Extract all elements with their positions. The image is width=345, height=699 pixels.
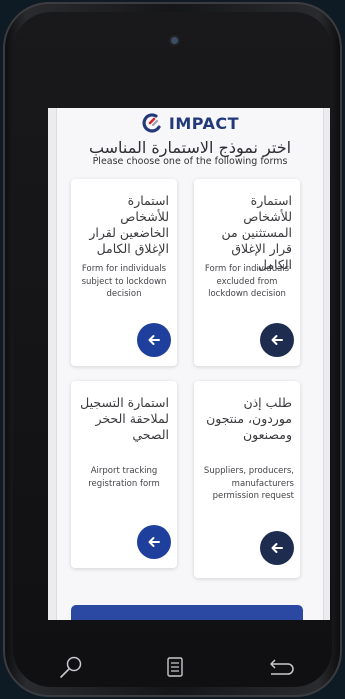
form-card-subject[interactable]: استمارة للأشخاص الخاضعين لقرار الإغلاق ا… bbox=[71, 179, 177, 366]
back-icon[interactable] bbox=[266, 654, 296, 680]
card-title-arabic: استمارة للأشخاص الخاضعين لقرار الإغلاق ا… bbox=[89, 193, 169, 256]
impact-logo: IMPACT bbox=[57, 112, 323, 134]
phone-softkeys bbox=[0, 640, 345, 690]
form-card-excluded[interactable]: استمارة للأشخاص المستثنين من قرار الإغلا… bbox=[194, 179, 300, 366]
card-description: Airport tracking registration form bbox=[88, 466, 160, 489]
form-card-suppliers[interactable]: طلب إذن موردون، منتجون ومصنعون Suppliers… bbox=[194, 381, 300, 578]
search-icon[interactable] bbox=[56, 654, 86, 680]
arrow-left-icon bbox=[148, 537, 160, 547]
card-description: Form for individuals excluded from lockd… bbox=[204, 264, 290, 299]
card-description: Form for individuals subject to lockdown… bbox=[81, 264, 167, 299]
card-description: Suppliers, producers, manufacturers perm… bbox=[203, 466, 294, 501]
continue-button[interactable] bbox=[71, 605, 303, 620]
app-screen: IMPACT اختر نموذج الاستمارة المناسب Plea… bbox=[48, 108, 330, 620]
open-form-button[interactable] bbox=[260, 531, 294, 565]
open-form-button[interactable] bbox=[137, 323, 171, 357]
arrow-left-icon bbox=[271, 335, 283, 345]
arrow-left-icon bbox=[271, 543, 283, 553]
page-title-arabic: اختر نموذج الاستمارة المناسب bbox=[88, 138, 292, 157]
impact-logo-icon bbox=[142, 113, 161, 133]
menu-icon[interactable] bbox=[160, 654, 190, 680]
arrow-left-icon bbox=[148, 335, 160, 345]
front-camera bbox=[171, 37, 178, 44]
card-title-arabic: طلب إذن موردون، منتجون ومصنعون bbox=[206, 395, 292, 442]
card-title-arabic: استمارة التسجيل لملاحقة الحخر الصحي bbox=[80, 395, 169, 442]
page-title-english: Please choose one of the following forms bbox=[92, 156, 288, 167]
form-card-airport-tracking[interactable]: استمارة التسجيل لملاحقة الحخر الصحي Airp… bbox=[71, 381, 177, 568]
open-form-button[interactable] bbox=[137, 525, 171, 559]
logo-text: IMPACT bbox=[168, 113, 240, 133]
open-form-button[interactable] bbox=[260, 323, 294, 357]
form-selection-panel: IMPACT اختر نموذج الاستمارة المناسب Plea… bbox=[56, 108, 324, 620]
card-title-arabic: استمارة للأشخاص المستثنين من قرار الإغلا… bbox=[221, 193, 292, 272]
